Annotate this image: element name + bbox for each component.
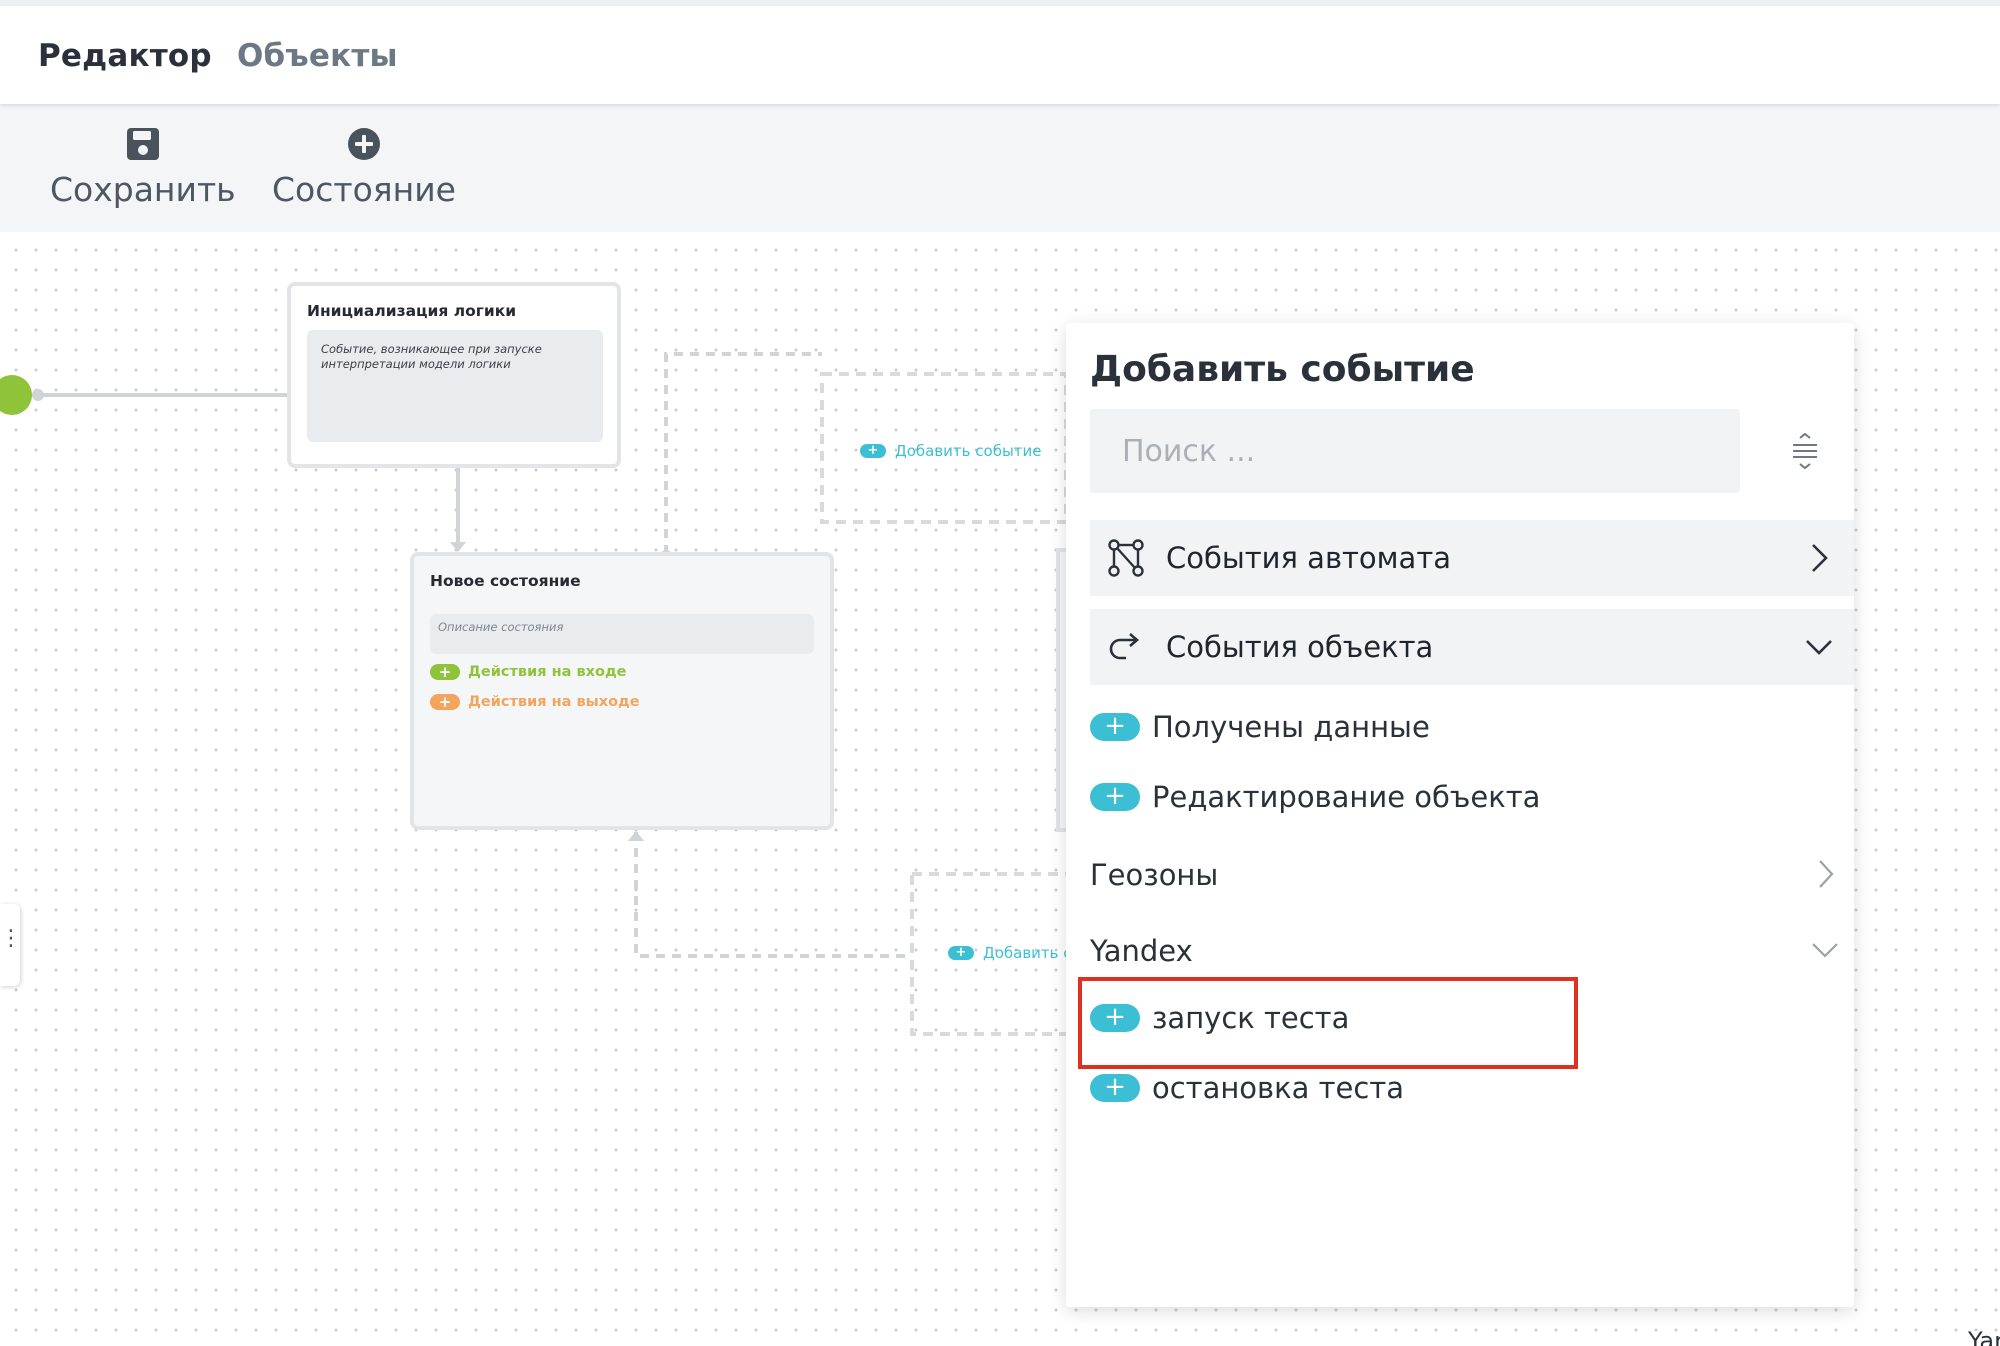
add-state-button[interactable]: Состояние: [272, 126, 456, 209]
corner-text: Yar: [1968, 1327, 2000, 1346]
state-description-field[interactable]: Описание состояния: [430, 614, 814, 654]
chevron-down-icon: [1812, 943, 1838, 958]
plus-icon: +: [1090, 783, 1140, 811]
tab-editor[interactable]: Редактор: [38, 38, 212, 74]
group-label: События объекта: [1166, 630, 1434, 664]
tab-objects[interactable]: Объекты: [237, 38, 398, 74]
event-label: остановка теста: [1152, 1071, 1404, 1105]
event-item-data-received[interactable]: + Получены данные: [1090, 710, 1430, 744]
side-panel-handle[interactable]: ⋮: [0, 904, 22, 986]
plus-icon: +: [1090, 713, 1140, 741]
save-button[interactable]: Сохранить: [50, 126, 236, 209]
event-label: Получены данные: [1152, 710, 1430, 744]
subgroup-geozones[interactable]: Геозоны: [1090, 850, 1840, 900]
chevron-right-icon: [1812, 544, 1828, 572]
event-item-test-stop[interactable]: + остановка теста: [1090, 1071, 1404, 1105]
plus-circle-icon: [347, 128, 380, 160]
state-label: Состояние: [272, 170, 456, 209]
plus-icon: +: [948, 946, 974, 960]
plus-icon: +: [1090, 1074, 1140, 1102]
plus-icon: +: [1090, 1004, 1140, 1032]
event-item-test-start[interactable]: + запуск теста: [1090, 1001, 1349, 1035]
plus-icon: +: [430, 664, 460, 680]
add-event-panel: Добавить событие События автомата Собы: [1066, 323, 1854, 1307]
enter-actions-label: Действия на входе: [468, 664, 627, 680]
group-label: События автомата: [1166, 541, 1451, 575]
chevron-right-icon: [1819, 860, 1834, 888]
exit-actions-label: Действия на выходе: [468, 694, 640, 710]
search-input[interactable]: [1090, 409, 1740, 493]
add-event-label: Добавить событие: [895, 442, 1042, 460]
group-object-events[interactable]: События объекта: [1090, 609, 1854, 685]
event-item-object-editing[interactable]: + Редактирование объекта: [1090, 780, 1540, 814]
node-description: Событие, возникающее при запуске интерпр…: [307, 330, 603, 442]
top-navigation: Редактор Объекты: [0, 0, 2000, 104]
exit-actions-button[interactable]: + Действия на выходе: [430, 694, 640, 710]
group-automata-events[interactable]: События автомата: [1090, 520, 1854, 596]
node-title: Инициализация логики: [307, 302, 517, 320]
subgroup-label: Yandex: [1090, 934, 1193, 968]
panel-title: Добавить событие: [1090, 349, 1475, 390]
collapse-all-icon[interactable]: [1790, 433, 1820, 469]
plus-icon: +: [430, 694, 460, 710]
new-state-node[interactable]: Новое состояние Описание состояния + Дей…: [410, 552, 834, 830]
state-machine-icon: [1108, 539, 1144, 577]
chevron-down-icon: [1806, 640, 1832, 655]
enter-actions-button[interactable]: + Действия на входе: [430, 664, 627, 680]
event-label: запуск теста: [1152, 1001, 1350, 1035]
save-label: Сохранить: [50, 170, 236, 209]
redo-arrow-icon: [1109, 633, 1139, 660]
subgroup-yandex[interactable]: Yandex: [1090, 926, 1840, 976]
subgroup-label: Геозоны: [1090, 858, 1219, 892]
init-logic-node[interactable]: Инициализация логики Событие, возникающе…: [287, 282, 621, 468]
event-label: Редактирование объекта: [1152, 780, 1541, 814]
toolbar: Сохранить Состояние: [0, 104, 2000, 232]
add-event-link[interactable]: + Добавить со: [948, 944, 1081, 962]
add-event-link[interactable]: + Добавить событие: [860, 442, 1042, 460]
node-title: Новое состояние: [430, 572, 581, 590]
floppy-disk-icon: [126, 128, 159, 160]
plus-icon: +: [860, 444, 886, 458]
